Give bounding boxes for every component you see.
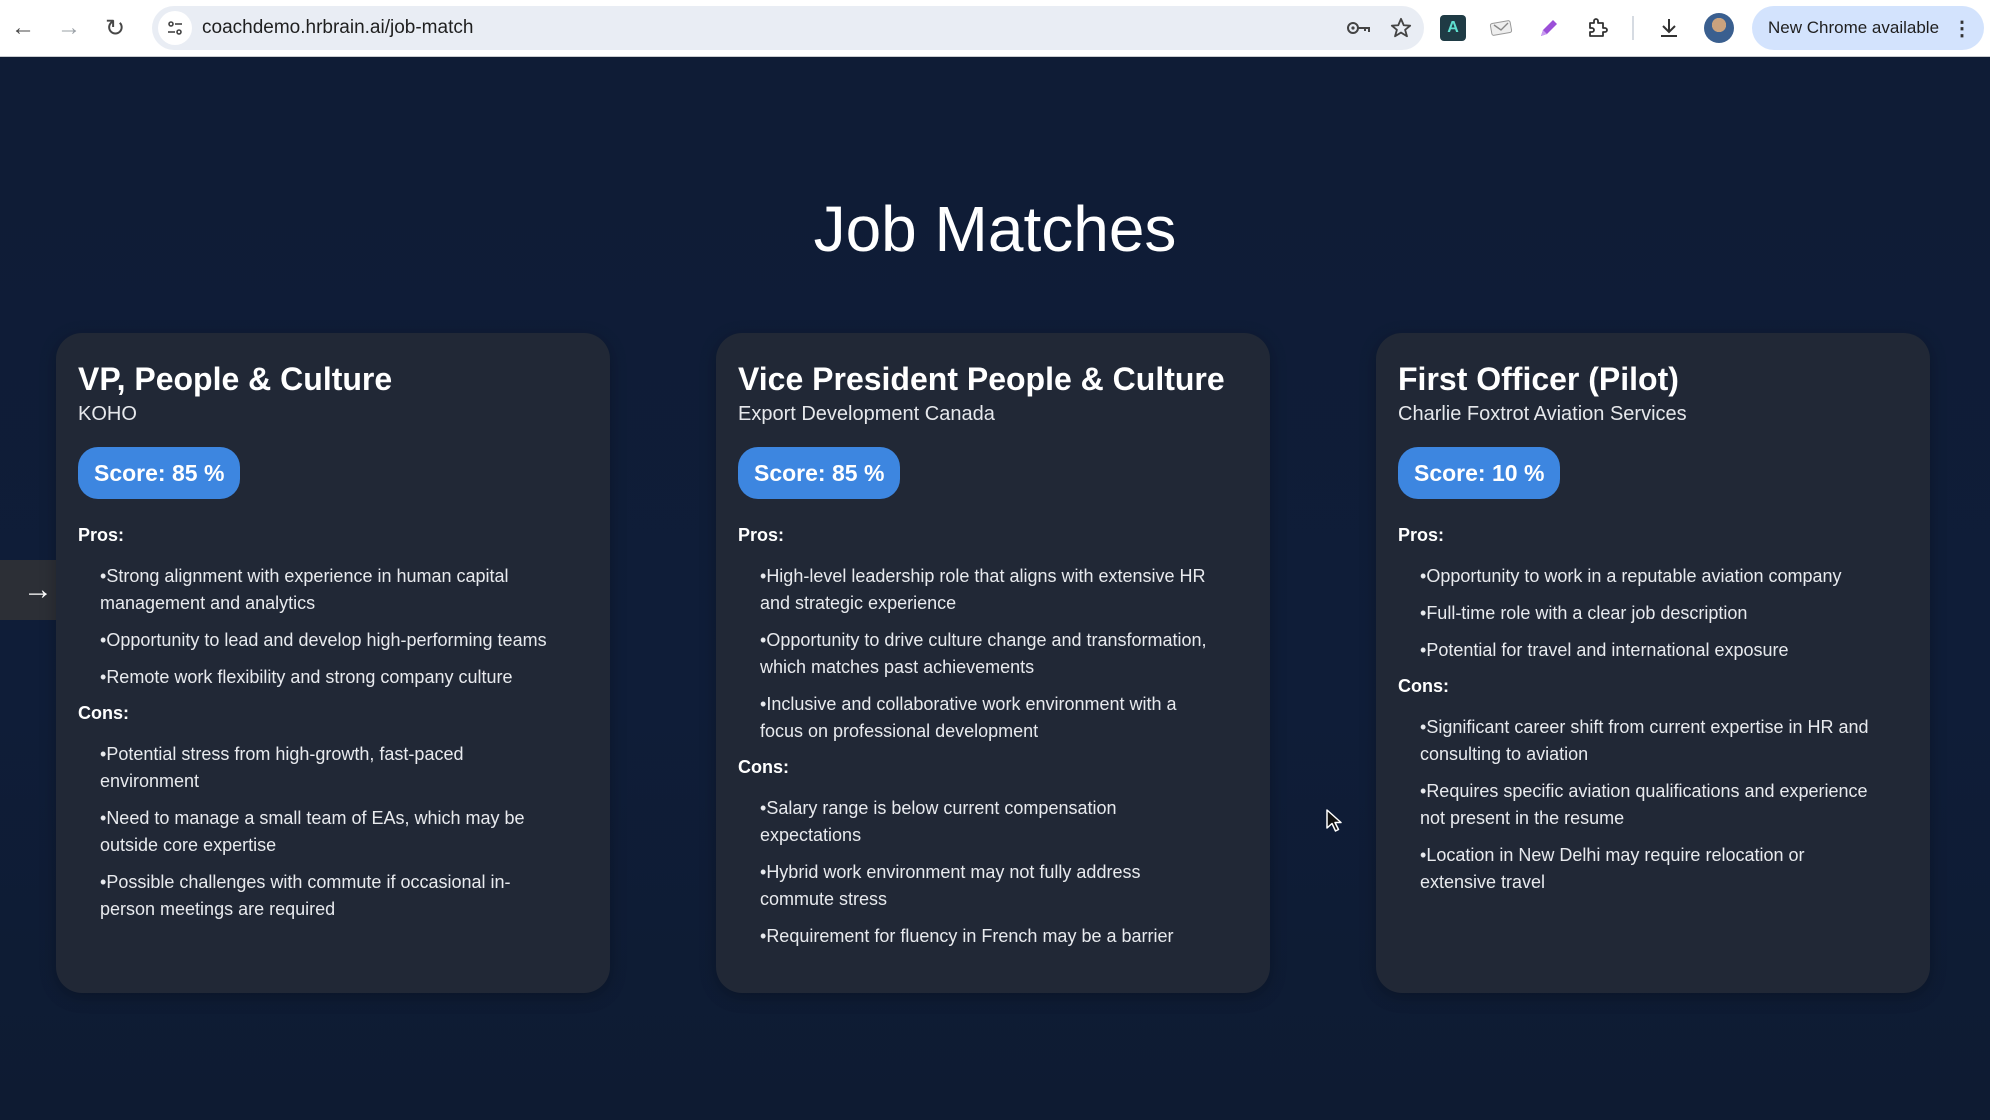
pro-item: Opportunity to drive culture change and … [760,627,1218,681]
pro-item: Remote work flexibility and strong compa… [100,664,558,691]
cons-list: Salary range is below current compensati… [738,795,1248,950]
score-badge: Score: 10 % [1398,447,1561,499]
pros-label: Pros: [738,525,785,545]
new-chrome-label: New Chrome available [1768,18,1940,37]
arrow-right-icon: → [57,14,81,41]
browser-toolbar: ← → ↻ coachdemo.hrbrain.ai/job-match A N… [0,0,1990,57]
pros-label: Pros: [1398,525,1445,545]
score-badge: Score: 85 % [78,447,241,499]
job-card: Vice President People & Culture Export D… [716,333,1270,993]
pro-item: High-level leadership role that aligns w… [760,563,1218,617]
new-chrome-available-button[interactable]: New Chrome available ⋮ [1752,6,1984,50]
job-title: First Officer (Pilot) [1398,361,1679,397]
forward-button[interactable]: → [46,5,92,51]
cons-label: Cons: [1398,676,1449,696]
con-item: Possible challenges with commute if occa… [100,869,558,923]
arrow-right-icon: → [23,573,53,606]
job-title: Vice President People & Culture [738,361,1225,397]
mail-extension-icon[interactable] [1488,15,1514,41]
url-text[interactable]: coachdemo.hrbrain.ai/job-match [202,17,473,39]
pro-item: Full-time role with a clear job descript… [1420,600,1878,627]
company-name: Charlie Foxtrot Aviation Services [1398,403,1687,425]
pros-list: High-level leadership role that aligns w… [738,563,1248,745]
job-card: First Officer (Pilot) Charlie Foxtrot Av… [1376,333,1930,993]
job-title: VP, People & Culture [78,361,393,397]
download-icon[interactable] [1656,15,1682,41]
mouse-cursor-icon [1326,809,1342,832]
profile-avatar[interactable] [1704,13,1734,43]
con-item: Hybrid work environment may not fully ad… [760,859,1218,913]
pros-list: Opportunity to work in a reputable aviat… [1398,563,1908,664]
password-key-icon[interactable] [1346,20,1372,36]
reload-icon: ↻ [104,14,126,42]
pen-extension-icon[interactable] [1536,15,1562,41]
job-match-page: Job Matches → VP, People & Culture KOHO … [0,58,1990,1120]
pro-item: Opportunity to work in a reputable aviat… [1420,563,1878,590]
con-item: Significant career shift from current ex… [1420,714,1878,768]
compass-extension-icon[interactable]: A [1440,15,1466,41]
pros-label: Pros: [78,525,125,545]
job-card: VP, People & Culture KOHO Score: 85 % Pr… [56,333,610,993]
con-item: Need to manage a small team of EAs, whic… [100,805,558,859]
con-item: Salary range is below current compensati… [760,795,1218,849]
address-bar[interactable]: coachdemo.hrbrain.ai/job-match [152,6,1424,50]
con-item: Requirement for fluency in French may be… [760,923,1218,950]
pro-item: Strong alignment with experience in huma… [100,563,558,617]
score-badge: Score: 85 % [738,447,901,499]
cons-list: Significant career shift from current ex… [1398,714,1908,896]
cons-label: Cons: [738,757,789,777]
pro-item: Opportunity to lead and develop high-per… [100,627,558,654]
con-item: Potential stress from high-growth, fast-… [100,741,558,795]
company-name: KOHO [78,403,137,425]
pro-item: Inclusive and collaborative work environ… [760,691,1218,745]
pro-item: Potential for travel and international e… [1420,637,1878,664]
chrome-menu-icon[interactable]: ⋮ [1952,16,1972,41]
cons-label: Cons: [78,703,129,723]
pros-list: Strong alignment with experience in huma… [78,563,588,691]
arrow-left-icon: ← [11,14,35,41]
con-item: Location in New Delhi may require reloca… [1420,842,1878,896]
reload-button[interactable]: ↻ [92,5,138,51]
back-button[interactable]: ← [0,5,46,51]
site-settings-button[interactable] [158,11,192,45]
con-item: Requires specific aviation qualification… [1420,778,1878,832]
page-title: Job Matches [813,193,1177,265]
company-name: Export Development Canada [738,403,995,425]
tune-icon [168,21,182,35]
cons-list: Potential stress from high-growth, fast-… [78,741,588,923]
bookmark-star-icon[interactable] [1390,17,1412,39]
toolbar-separator [1632,16,1634,40]
puzzle-extensions-icon[interactable] [1584,15,1610,41]
